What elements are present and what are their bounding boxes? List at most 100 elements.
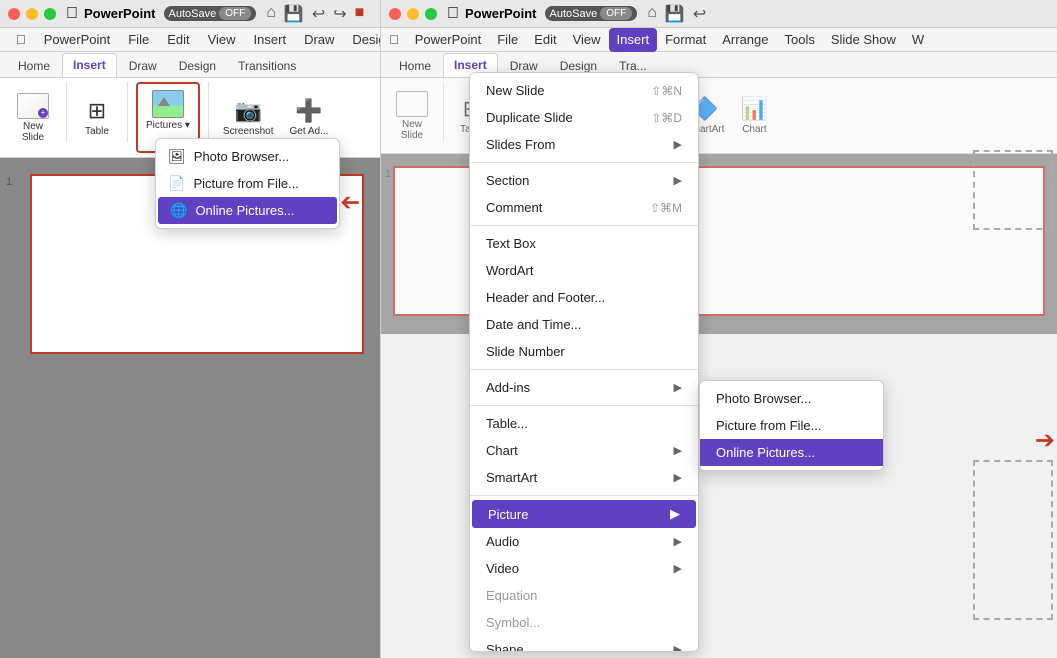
online-pictures-label-left: Online Pictures... [195, 203, 294, 218]
right-maximize-button[interactable] [425, 8, 437, 20]
menu-slides-from[interactable]: Slides From ▶ [470, 131, 698, 158]
right-menu-arrange[interactable]: Arrange [714, 28, 776, 52]
menu-edit[interactable]: Edit [159, 30, 197, 49]
menu-smartart-label: SmartArt [486, 470, 537, 485]
slides-from-arrow: ▶ [674, 138, 682, 151]
right-minimize-button[interactable] [407, 8, 419, 20]
left-panel:  PowerPoint AutoSave OFF ⌂ 💾 ↩ ↪ ■  Po… [0, 0, 380, 658]
undo-icon[interactable]: ↩ [312, 4, 325, 24]
menu-smartart[interactable]: SmartArt ▶ [470, 464, 698, 491]
redo-icon[interactable]: ↪ [333, 4, 346, 24]
menu-date-time[interactable]: Date and Time... [470, 311, 698, 338]
submenu-photo-browser[interactable]: Photo Browser... [700, 385, 883, 412]
home-icon[interactable]: ⌂ [266, 4, 276, 24]
left-pictures-dropdown: 🖼 Photo Browser... 📄 Picture from File..… [155, 138, 340, 229]
photo-browser-label-left: Photo Browser... [194, 149, 289, 164]
right-chart-button[interactable]: 📊 Chart [732, 82, 776, 149]
left-ribbon-tabs: Home Insert Draw Design Transitions [0, 52, 380, 78]
right-apple-logo:  [447, 5, 459, 23]
right-toolbar-icons: ⌂ 💾 ↩ [647, 4, 706, 24]
menu-chart[interactable]: Chart ▶ [470, 437, 698, 464]
menu-shape[interactable]: Shape ▶ [470, 636, 698, 652]
submenu-picture-file[interactable]: Picture from File... [700, 412, 883, 439]
right-menu-powerpoint[interactable]: PowerPoint [407, 28, 489, 52]
insert-dropdown-menu: New Slide ⇧⌘N Duplicate Slide ⇧⌘D Slides… [469, 72, 699, 652]
menu-new-slide[interactable]: New Slide ⇧⌘N [470, 77, 698, 104]
picture-submenu: Photo Browser... Picture from File... On… [699, 380, 884, 471]
right-menu-file[interactable]: File [489, 28, 526, 52]
menu-header-footer[interactable]: Header and Footer... [470, 284, 698, 311]
new-slide-label: NewSlide [22, 121, 44, 143]
menu-file[interactable]: File [120, 30, 157, 49]
picture-file-left[interactable]: 📄 Picture from File... [156, 170, 339, 197]
left-menubar:  PowerPoint File Edit View Insert Draw … [0, 28, 380, 52]
right-autosave-label: AutoSave [550, 8, 598, 20]
right-menu-view[interactable]: View [565, 28, 609, 52]
right-undo-icon[interactable]: ↩ [693, 4, 706, 24]
submenu-online-pictures[interactable]: Online Pictures... [700, 439, 883, 466]
right-chart-label: Chart [742, 124, 766, 135]
menu-wordart[interactable]: WordArt [470, 257, 698, 284]
menu-slide-number[interactable]: Slide Number [470, 338, 698, 365]
menu-powerpoint[interactable]: PowerPoint [36, 30, 118, 49]
photo-browser-left[interactable]: 🖼 Photo Browser... [156, 143, 339, 170]
menu-apple[interactable]:  [8, 30, 34, 49]
new-slide-button[interactable]: + NewSlide [8, 82, 58, 153]
right-menu-format[interactable]: Format [657, 28, 714, 52]
toolbar-icons: ⌂ 💾 ↩ ↪ ■ [266, 4, 364, 24]
menu-textbox[interactable]: Text Box [470, 230, 698, 257]
right-menu-apple[interactable]:  [381, 28, 407, 52]
right-menu-edit[interactable]: Edit [526, 28, 564, 52]
right-menu-w[interactable]: W [904, 28, 932, 52]
menu-symbol-label: Symbol... [486, 615, 540, 630]
right-menu-tools[interactable]: Tools [776, 28, 822, 52]
ribbon-sep-2 [127, 82, 128, 142]
right-tab-home[interactable]: Home [389, 55, 441, 77]
close-button[interactable] [8, 8, 20, 20]
maximize-button[interactable] [44, 8, 56, 20]
right-close-button[interactable] [389, 8, 401, 20]
tab-design[interactable]: Design [169, 55, 226, 77]
menu-addins[interactable]: Add-ins ▶ [470, 374, 698, 401]
right-menu-slideshow[interactable]: Slide Show [823, 28, 904, 52]
menu-view[interactable]: View [200, 30, 244, 49]
autosave-indicator: AutoSave OFF [164, 6, 257, 21]
menu-comment-shortcut: ⇧⌘M [650, 201, 682, 215]
autosave-toggle[interactable]: OFF [219, 7, 251, 20]
picture-file-icon-left: 📄 [168, 175, 185, 192]
right-home-icon[interactable]: ⌂ [647, 4, 657, 24]
right-save-icon[interactable]: 💾 [665, 4, 685, 24]
sep-1 [470, 162, 698, 163]
table-button[interactable]: ⊞ Table [75, 82, 119, 153]
menu-picture[interactable]: Picture ▶ [472, 500, 696, 528]
menu-equation: Equation [470, 582, 698, 609]
right-app-name: PowerPoint [465, 6, 537, 21]
apple-logo:  [66, 5, 78, 23]
left-red-arrow: ➔ [340, 188, 360, 217]
tab-transitions[interactable]: Transitions [228, 55, 306, 77]
tab-draw[interactable]: Draw [119, 55, 167, 77]
tab-home[interactable]: Home [8, 55, 60, 77]
menu-section[interactable]: Section ▶ [470, 167, 698, 194]
menu-draw[interactable]: Draw [296, 30, 342, 49]
audio-arrow: ▶ [674, 535, 682, 548]
menu-video[interactable]: Video ▶ [470, 555, 698, 582]
menu-comment[interactable]: Comment ⇧⌘M [470, 194, 698, 221]
menu-comment-label: Comment [486, 200, 542, 215]
online-pictures-icon-left: 🌐 [170, 202, 187, 219]
tab-insert[interactable]: Insert [62, 53, 117, 77]
online-pictures-left[interactable]: 🌐 Online Pictures... [158, 197, 337, 224]
menu-symbol: Symbol... [470, 609, 698, 636]
menu-insert[interactable]: Insert [246, 30, 295, 49]
pictures-button[interactable]: Pictures ▾ [140, 86, 196, 135]
right-new-slide-button[interactable]: NewSlide [387, 82, 437, 149]
right-autosave-toggle[interactable]: OFF [600, 7, 632, 20]
save-icon[interactable]: 💾 [284, 4, 304, 24]
menu-table[interactable]: Table... [470, 410, 698, 437]
new-slide-icon: + [17, 93, 49, 119]
menu-audio[interactable]: Audio ▶ [470, 528, 698, 555]
menu-duplicate-slide[interactable]: Duplicate Slide ⇧⌘D [470, 104, 698, 131]
right-menu-insert[interactable]: Insert [609, 28, 658, 52]
table-label: Table [85, 126, 109, 137]
minimize-button[interactable] [26, 8, 38, 20]
